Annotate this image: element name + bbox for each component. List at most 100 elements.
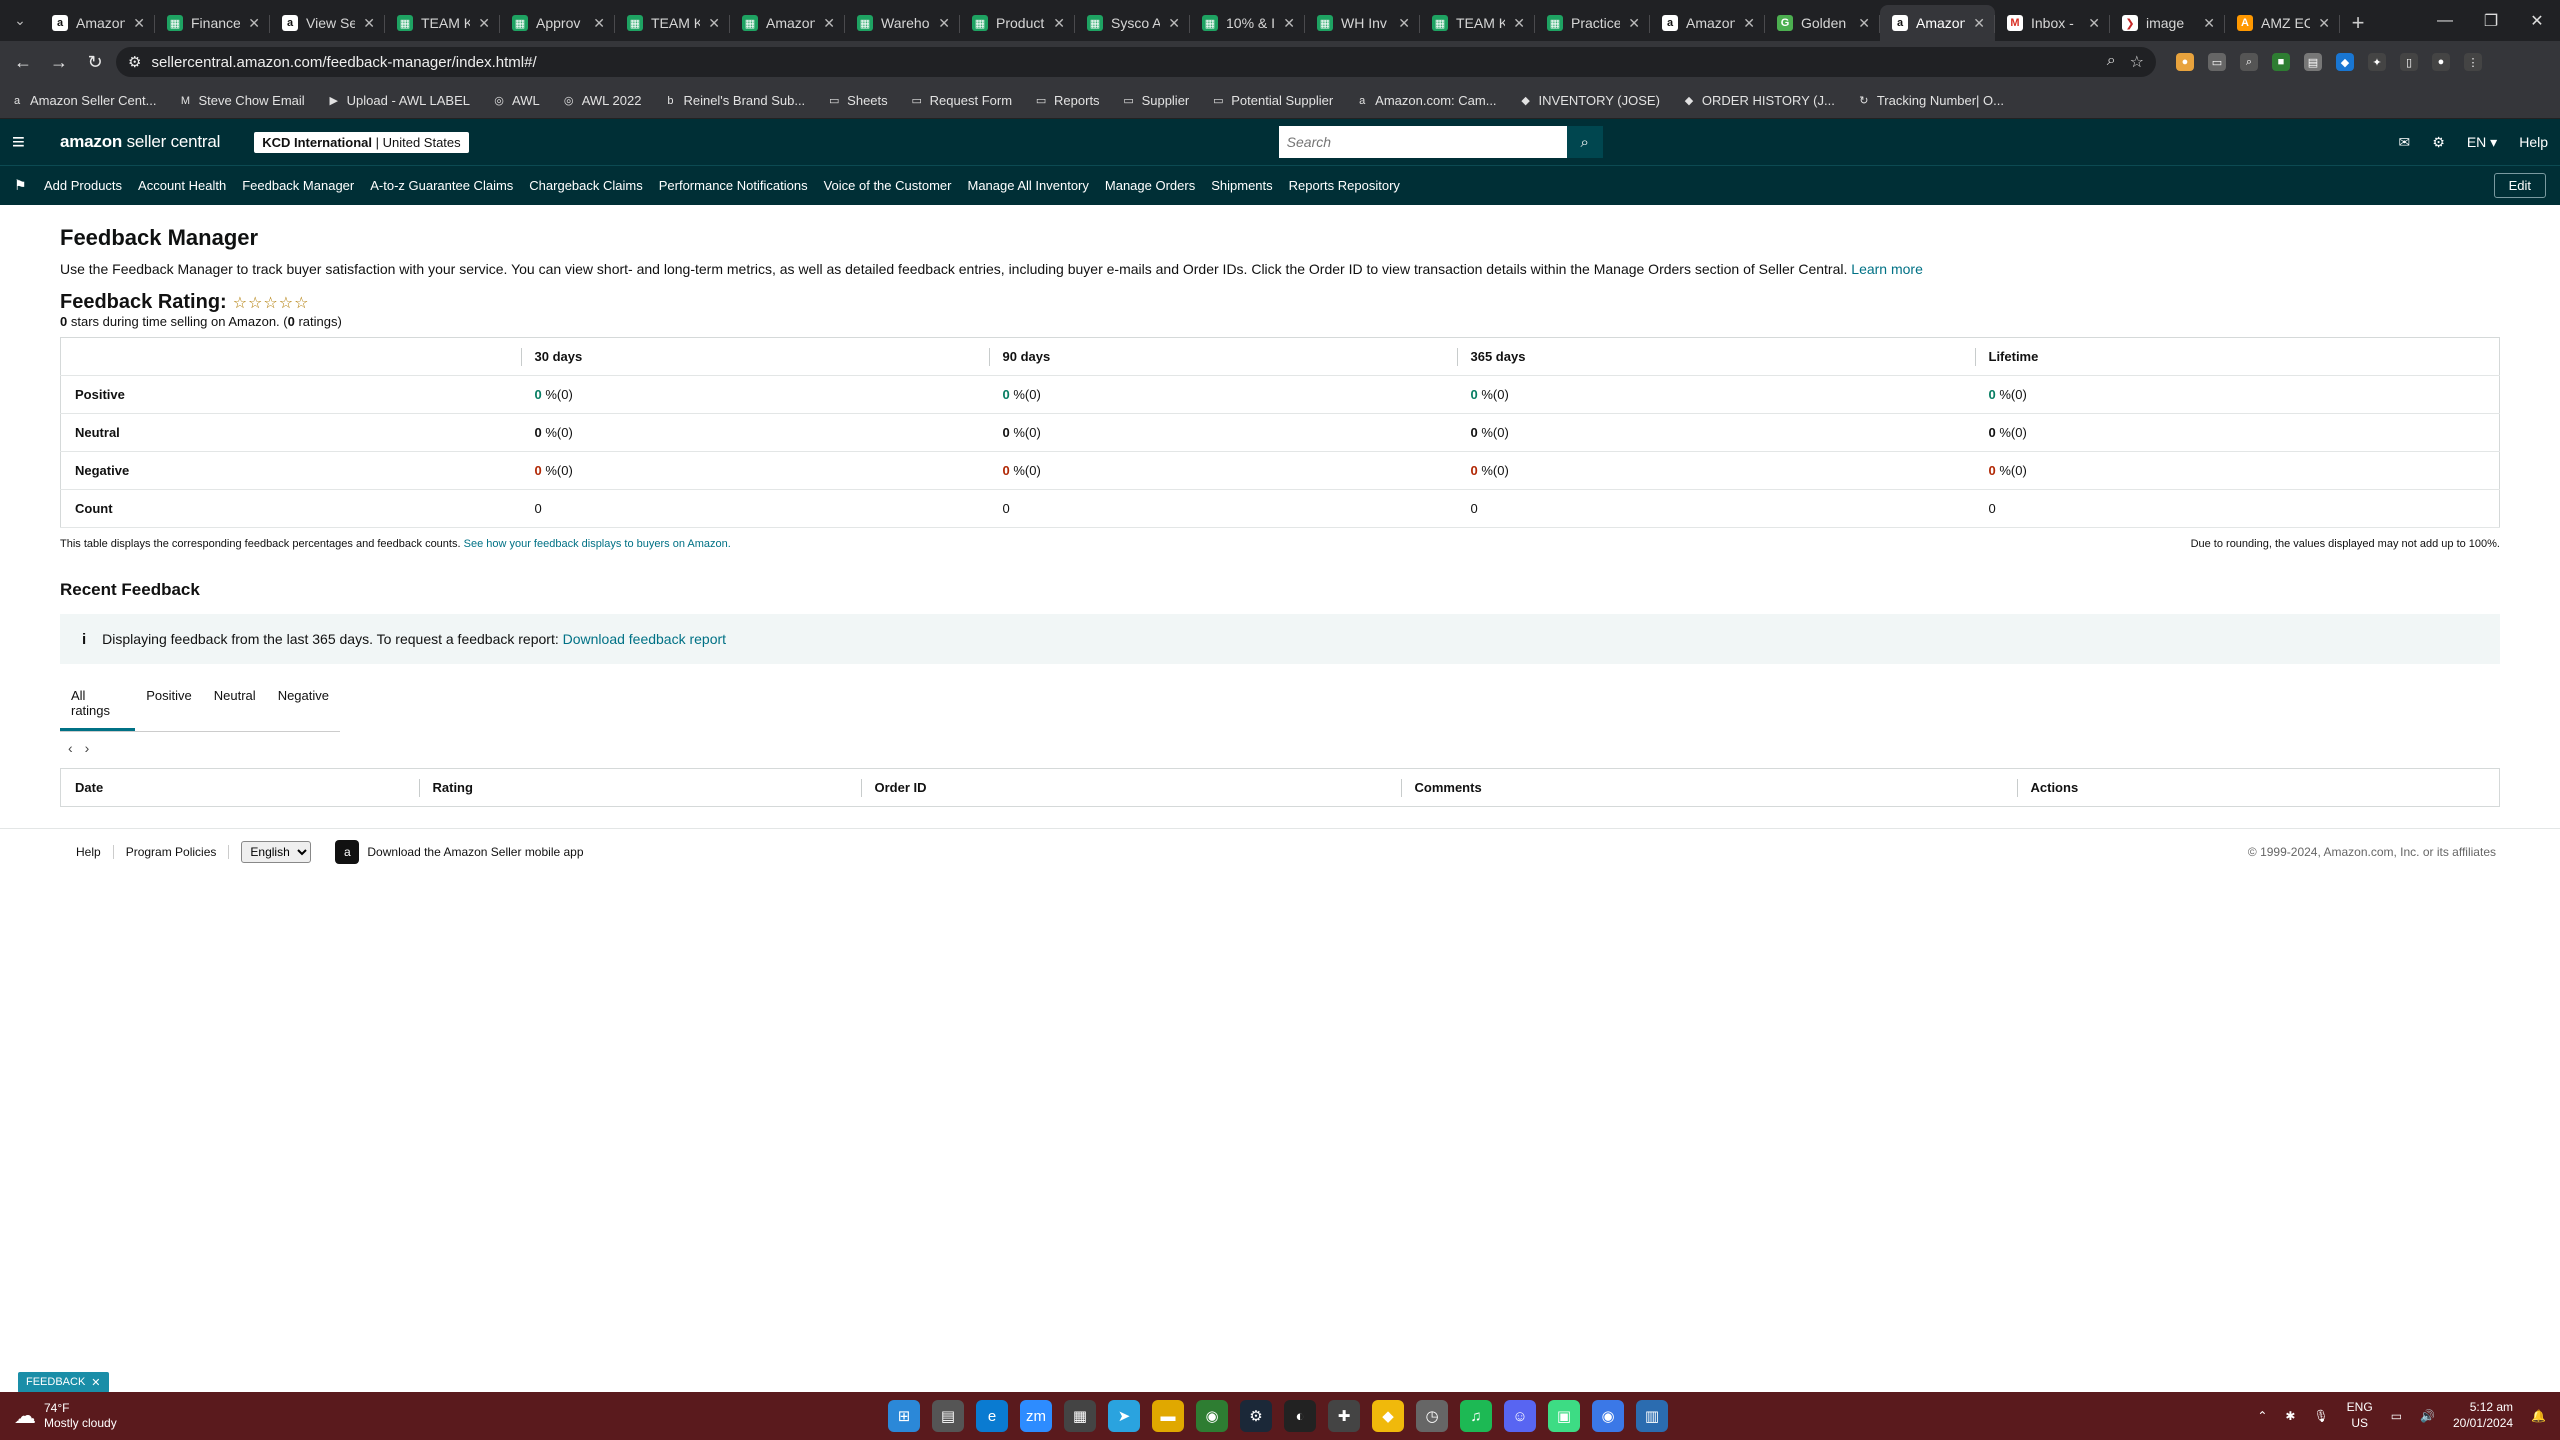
browser-tab[interactable]: ▦ TEAM K ✕ [1420, 5, 1535, 41]
bookmark-item[interactable]: a Amazon Seller Cent... [10, 93, 157, 108]
search-input[interactable] [1278, 126, 1567, 158]
learn-more-link[interactable]: Learn more [1851, 261, 1923, 277]
minimize-icon[interactable]: — [2422, 0, 2468, 41]
tab-close-icon[interactable]: ✕ [1168, 15, 1180, 32]
profile-icon[interactable]: ● [2432, 53, 2450, 71]
bookmark-item[interactable]: ◎ AWL 2022 [562, 93, 642, 108]
browser-tab[interactable]: a Amazon ✕ [1880, 5, 1995, 41]
notepad-icon[interactable]: ▥ [1636, 1400, 1668, 1432]
url-text[interactable]: sellercentral.amazon.com/feedback-manage… [151, 54, 2096, 71]
menu-icon[interactable]: ⋮ [2464, 53, 2482, 71]
folder-icon[interactable]: ▬ [1152, 1400, 1184, 1432]
tab-negative[interactable]: Negative [267, 678, 340, 731]
discord-icon[interactable]: ☺ [1504, 1400, 1536, 1432]
mail-icon[interactable]: ✉ [2399, 134, 2411, 151]
nav-link[interactable]: Chargeback Claims [529, 178, 642, 193]
steam-icon[interactable]: ⚙ [1240, 1400, 1272, 1432]
tab-close-icon[interactable]: ✕ [2203, 15, 2215, 32]
notifications-bell-icon[interactable]: 🔔 [2531, 1409, 2546, 1423]
volume-icon[interactable]: 🔊 [2420, 1409, 2435, 1423]
tab-close-icon[interactable]: ✕ [1283, 15, 1295, 32]
tab-close-icon[interactable]: ✕ [823, 15, 835, 32]
extension-icon[interactable]: ■ [2272, 53, 2290, 71]
tab-close-icon[interactable]: ✕ [1628, 15, 1640, 32]
nav-link[interactable]: Shipments [1211, 178, 1272, 193]
tray-expand-icon[interactable]: ⌃ [2257, 1409, 2267, 1423]
column-comments[interactable]: Comments [1400, 769, 2017, 807]
file-explorer-app-icon[interactable]: ▤ [932, 1400, 964, 1432]
search-icon[interactable]: ⌕ [1566, 126, 1603, 158]
nav-link[interactable]: Add Products [44, 178, 122, 193]
input-language[interactable]: ENG US [2347, 1400, 2373, 1431]
footer-help-link[interactable]: Help [64, 844, 114, 859]
browser-tab[interactable]: ▦ Sysco A ✕ [1075, 5, 1190, 41]
column-order-id[interactable]: Order ID [860, 769, 1401, 807]
nav-link[interactable]: Manage Orders [1105, 178, 1195, 193]
restore-icon[interactable]: ❐ [2468, 0, 2514, 41]
calculator-icon[interactable]: ▦ [1064, 1400, 1096, 1432]
tab-all-ratings[interactable]: All ratings [60, 678, 136, 731]
tab-close-icon[interactable]: ✕ [2318, 15, 2330, 32]
network-icon[interactable]: ▭ [2391, 1409, 2402, 1423]
bookmark-item[interactable]: ▶ Upload - AWL LABEL [327, 93, 470, 108]
nav-link[interactable]: Feedback Manager [242, 178, 354, 193]
extension-icon[interactable]: ▤ [2304, 53, 2322, 71]
bookmark-item[interactable]: ◆ INVENTORY (JOSE) [1519, 93, 1660, 108]
previous-page-icon[interactable]: ‹ [68, 740, 73, 756]
site-info-icon[interactable]: ⚙ [128, 53, 141, 71]
chrome-icon[interactable]: ◉ [1196, 1400, 1228, 1432]
hamburger-menu-icon[interactable]: ≡ [12, 129, 42, 155]
nav-link[interactable]: A-to-z Guarantee Claims [370, 178, 513, 193]
tab-close-icon[interactable]: ✕ [363, 15, 375, 32]
new-tab-button[interactable]: + [2340, 5, 2376, 41]
tab-close-icon[interactable]: ✕ [1743, 15, 1755, 32]
zoom-icon[interactable]: ⌕ [2107, 52, 2116, 72]
mobile-app-link[interactable]: a Download the Amazon Seller mobile app [335, 839, 584, 864]
browser-tab[interactable]: a Amazon ✕ [1650, 5, 1765, 41]
next-page-icon[interactable]: › [85, 740, 90, 756]
nav-link[interactable]: Performance Notifications [659, 178, 808, 193]
windows-start-icon[interactable]: ⊞ [888, 1400, 920, 1432]
tab-close-icon[interactable]: ✕ [1398, 15, 1410, 32]
bookmark-item[interactable]: ▭ Request Form [910, 93, 1012, 108]
browser-tab[interactable]: A AMZ EC ✕ [2225, 5, 2340, 41]
extensions-puzzle-icon[interactable]: ✦ [2368, 53, 2386, 71]
bookmark-star-icon[interactable]: ☆ [2130, 52, 2144, 72]
help-link[interactable]: Help [2519, 134, 2548, 150]
android-studio-icon[interactable]: ▣ [1548, 1400, 1580, 1432]
nav-link[interactable]: Voice of the Customer [824, 178, 952, 193]
browser-tab[interactable]: ▦ TEAM K ✕ [385, 5, 500, 41]
extension-icon[interactable]: ▭ [2208, 53, 2226, 71]
tab-close-icon[interactable]: ✕ [708, 15, 720, 32]
browser-tab[interactable]: ▦ Wareho ✕ [845, 5, 960, 41]
bookmark-item[interactable]: ▭ Sheets [827, 93, 888, 108]
side-panel-icon[interactable]: ▯ [2400, 53, 2418, 71]
tab-positive[interactable]: Positive [135, 678, 203, 731]
browser-tab[interactable]: ▦ Finance ✕ [155, 5, 270, 41]
download-feedback-report-link[interactable]: Download feedback report [563, 631, 726, 647]
browser-tab[interactable]: G Golden ✕ [1765, 5, 1880, 41]
bookmark-item[interactable]: ▭ Supplier [1122, 93, 1189, 108]
edge-icon[interactable]: e [976, 1400, 1008, 1432]
browser-tab[interactable]: M Inbox - ✕ [1995, 5, 2110, 41]
extension-icon[interactable]: ⌕ [2240, 53, 2258, 71]
tab-close-icon[interactable]: ✕ [593, 15, 605, 32]
github-icon[interactable]: ◐ [1284, 1400, 1316, 1432]
column-rating[interactable]: Rating [418, 769, 861, 807]
edit-nav-button[interactable]: Edit [2493, 173, 2546, 198]
settings-gear-icon[interactable]: ⚙ [2432, 134, 2445, 151]
tab-close-icon[interactable]: ✕ [1858, 15, 1870, 32]
bookmark-item[interactable]: M Steve Chow Email [178, 93, 305, 108]
back-icon[interactable]: ← [8, 47, 38, 77]
bluetooth-icon[interactable]: ✱ [2285, 1409, 2295, 1423]
tab-close-icon[interactable]: ✕ [938, 15, 950, 32]
spotify-icon[interactable]: ♫ [1460, 1400, 1492, 1432]
browser-tab[interactable]: ❯ image ✕ [2110, 5, 2225, 41]
tab-search-icon[interactable]: ⌄ [0, 0, 40, 41]
see-feedback-display-link[interactable]: See how your feedback displays to buyers… [464, 538, 731, 550]
zoom-icon[interactable]: zm [1020, 1400, 1052, 1432]
bookmark-item[interactable]: ◎ AWL [492, 93, 540, 108]
tab-close-icon[interactable]: ✕ [248, 15, 260, 32]
browser-tab[interactable]: ▦ Product ✕ [960, 5, 1075, 41]
system-clock[interactable]: 5:12 am 20/01/2024 [2453, 1400, 2513, 1431]
